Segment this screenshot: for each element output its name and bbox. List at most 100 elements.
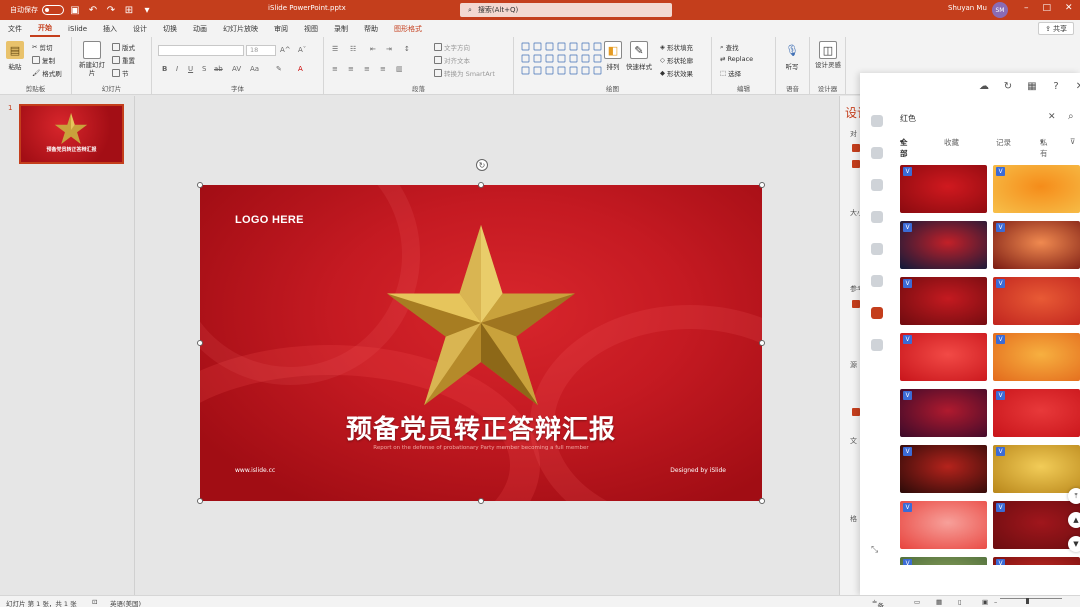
italic-button[interactable]: I [176,65,178,73]
shape-item[interactable] [545,54,554,63]
tab-design[interactable]: 设计 [125,20,155,37]
tab-record[interactable]: 录制 [326,20,356,37]
normal-view-icon[interactable]: ▭ [914,598,920,606]
shape-item[interactable] [533,42,542,51]
shape-item[interactable] [545,66,554,75]
shape-effects-button[interactable]: ◆ 形状效果 [660,68,693,78]
avatar[interactable]: SM [992,2,1008,18]
color-library-icon[interactable] [871,147,883,159]
slide-credit[interactable]: Designed by iSlide [670,467,726,474]
font-size-field[interactable]: 18 [246,45,276,56]
design-ideas-button[interactable]: ◫ 设计灵感 [814,41,842,69]
align-icon[interactable] [852,160,860,168]
share-button[interactable]: ⇪ 共享 [1038,22,1074,35]
numbering-icon[interactable]: ☷ [350,45,356,53]
quick-styles-button[interactable]: ✎ 快速样式 [626,41,652,71]
shape-item[interactable] [557,66,566,75]
refresh-icon[interactable]: ↻ [1002,81,1014,92]
strikethrough-button[interactable]: ab [214,65,223,73]
icon-library-icon[interactable] [871,179,883,191]
decrease-indent-icon[interactable]: ⇤ [370,45,376,53]
image-tile[interactable]: V [900,501,987,549]
slideshow-icon[interactable]: ▣ [982,598,988,606]
slide-sorter-icon[interactable]: ▦ [936,598,942,606]
maximize-icon[interactable]: □ [1043,3,1052,13]
shape-item[interactable] [593,42,602,51]
image-tile[interactable]: V [993,277,1080,325]
decrease-font-icon[interactable]: Aˇ [298,46,306,54]
paste-button[interactable]: ▤ 粘贴 [6,41,24,71]
shape-item[interactable] [581,42,590,51]
shape-item[interactable] [521,66,530,75]
image-tile[interactable]: V [993,445,1080,493]
text-direction-button[interactable]: 文字方向 [434,42,470,52]
cut-button[interactable]: ✂ 剪切 [32,42,52,52]
reading-view-icon[interactable]: ▯ [958,598,962,606]
template-library-icon[interactable] [871,339,883,351]
shape-item[interactable] [569,54,578,63]
shape-item[interactable] [593,54,602,63]
font-color-icon[interactable]: A [298,65,303,73]
align-right-icon[interactable]: ≡ [364,65,370,73]
tab-transitions[interactable]: 切换 [155,20,185,37]
guide-icon[interactable] [852,300,860,308]
notes-button[interactable]: ≐ 备注 [872,598,884,607]
undo-icon[interactable]: ↶ [86,3,100,17]
image-tile[interactable]: V [900,221,987,269]
shape-item[interactable] [521,42,530,51]
islide-search[interactable]: 红色 ✕ ⌕ [898,111,1080,127]
scroll-up-icon[interactable]: ▲ [1068,512,1080,528]
image-tile[interactable]: V [900,557,987,565]
smartart-button[interactable]: 转换为 SmartArt [434,68,495,78]
resize-handle[interactable] [197,498,203,504]
resize-handle[interactable] [759,498,765,504]
tab-slideshow[interactable]: 幻灯片放映 [215,20,266,37]
autosave[interactable]: 自动保存 [10,5,64,15]
islide-search-input[interactable]: 红色 [900,113,916,124]
image-tile[interactable]: V [993,501,1080,549]
theme-library-icon[interactable] [871,115,883,127]
image-tile[interactable]: V [900,165,987,213]
shape-item[interactable] [581,54,590,63]
shape-item[interactable] [581,66,590,75]
replace-button[interactable]: ⇄ Replace [720,55,753,63]
shape-item[interactable] [545,42,554,51]
slide-title[interactable]: 预备党员转正答辩汇报 [200,409,762,446]
align-text-button[interactable]: 对齐文本 [434,55,470,65]
new-slide-button[interactable]: 新建幻灯片 [78,41,106,77]
search-icon[interactable]: ⌕ [1068,111,1074,122]
save-icon[interactable]: ▣ [68,3,82,17]
select-button[interactable]: ⬚ 选择 [720,68,741,78]
gold-star-icon[interactable] [383,225,579,411]
bold-button[interactable]: B [162,65,167,73]
autosave-toggle[interactable] [42,5,64,15]
shape-item[interactable] [533,54,542,63]
shape-item[interactable] [557,42,566,51]
shape-item[interactable] [569,42,578,51]
filter-icon[interactable]: ⊽ [1070,137,1076,146]
clear-search-icon[interactable]: ✕ [1048,112,1056,122]
redo-icon[interactable]: ↷ [104,3,118,17]
zoom-slider-thumb[interactable] [1026,598,1029,604]
tab-review[interactable]: 审阅 [266,20,296,37]
tab-file[interactable]: 文件 [0,20,30,37]
image-tile[interactable]: V [900,333,987,381]
shape-fill-button[interactable]: ◈ 形状填充 [660,42,693,52]
format-painter-button[interactable]: 🖌 格式刷 [32,68,62,78]
resize-handle[interactable] [197,340,203,346]
resize-handle[interactable] [478,182,484,188]
customize-quick-access-icon[interactable]: ▾ [140,3,154,17]
increase-font-icon[interactable]: A^ [280,46,291,54]
underline-button[interactable]: U [188,65,193,73]
bullets-icon[interactable]: ☰ [332,45,338,53]
shape-item[interactable] [557,54,566,63]
change-case-button[interactable]: Aa [250,65,259,73]
slide-subtitle[interactable]: Report on the defense of probationary Pa… [200,445,762,451]
spacing-button[interactable]: AV [232,65,241,73]
image-tile[interactable]: V [993,165,1080,213]
line-spacing-icon[interactable]: ↕ [404,45,410,53]
slide-url[interactable]: www.islide.cc [235,467,275,474]
resize-handle[interactable] [478,498,484,504]
help-icon[interactable]: ? [1050,81,1062,92]
filter-favorites[interactable]: 收藏 [944,137,959,148]
